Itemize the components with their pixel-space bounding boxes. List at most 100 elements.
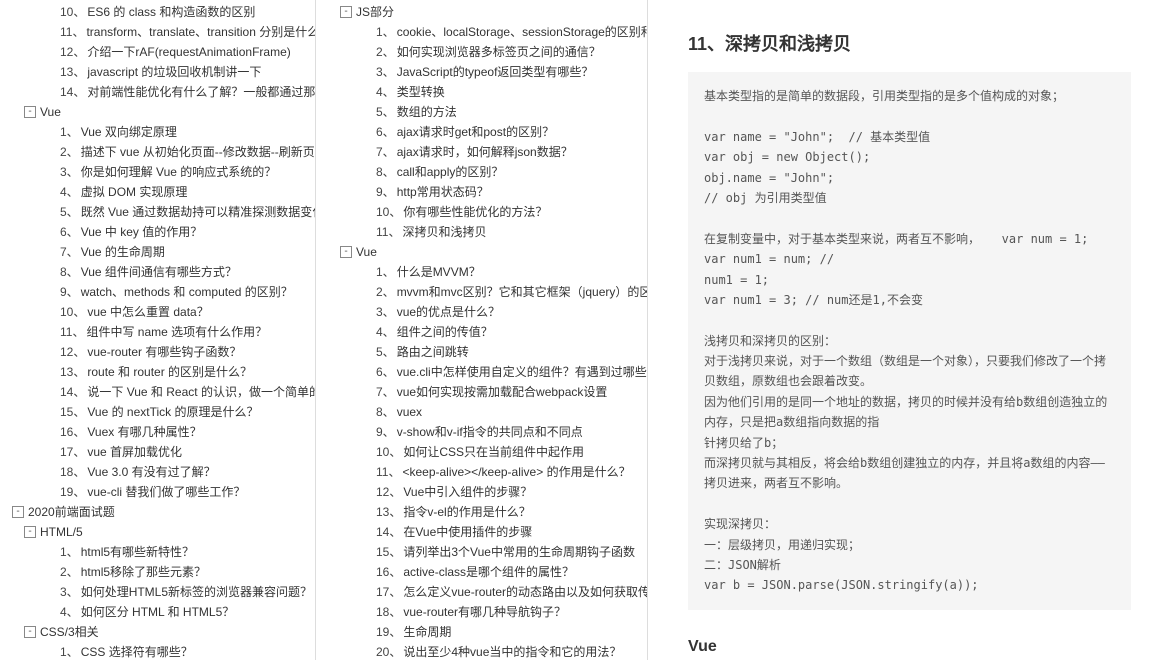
tree-item[interactable]: 17、vue 首屏加载优化 bbox=[0, 442, 315, 462]
toggle-icon[interactable]: - bbox=[24, 526, 36, 538]
tree-item[interactable]: 8、Vue 组件间通信有哪些方式？ bbox=[0, 262, 315, 282]
tree-item[interactable]: 16、Vuex 有哪几种属性？ bbox=[0, 422, 315, 442]
tree-item[interactable]: 12、vue-router 有哪些钩子函数？ bbox=[0, 342, 315, 362]
tree-item[interactable]: 8、call和apply的区别？ bbox=[316, 162, 647, 182]
item-number: 4、 bbox=[60, 603, 79, 621]
item-label: Vue 的生命周期 bbox=[81, 243, 165, 261]
tree-item[interactable]: 6、vue.cli中怎样使用自定义的组件？有遇到过哪些问题吗？ bbox=[316, 362, 647, 382]
tree-item[interactable]: 5、路由之间跳转 bbox=[316, 342, 647, 362]
tree-item[interactable]: 15、Vue 的 nextTick 的原理是什么？ bbox=[0, 402, 315, 422]
tree-item[interactable]: 11、transform、translate、transition 分别是什么属… bbox=[0, 22, 315, 42]
tree-item[interactable]: 7、vue如何实现按需加载配合webpack设置 bbox=[316, 382, 647, 402]
tree-item[interactable]: -Vue bbox=[0, 102, 315, 122]
tree-item[interactable]: 3、如何处理HTML5新标签的浏览器兼容问题？ bbox=[0, 582, 315, 602]
item-number: 12、 bbox=[60, 343, 85, 361]
item-label: ajax请求时get和post的区别？ bbox=[397, 123, 554, 141]
tree-item[interactable]: 5、数组的方法 bbox=[316, 102, 647, 122]
tree-item[interactable]: 8、vuex bbox=[316, 402, 647, 422]
item-label: 组件中写 name 选项有什么作用？ bbox=[86, 323, 267, 341]
tree-item[interactable]: -CSS/3相关 bbox=[0, 622, 315, 642]
tree-item[interactable]: 9、http常用状态码？ bbox=[316, 182, 647, 202]
tree-item[interactable]: 3、你是如何理解 Vue 的响应式系统的？ bbox=[0, 162, 315, 182]
item-number: 20、 bbox=[376, 643, 401, 660]
tree-item[interactable]: 4、组件之间的传值？ bbox=[316, 322, 647, 342]
item-number: 4、 bbox=[376, 83, 395, 101]
item-label: 你有哪些性能优化的方法？ bbox=[403, 203, 547, 221]
tree-item[interactable]: 6、ajax请求时get和post的区别？ bbox=[316, 122, 647, 142]
item-number: 12、 bbox=[376, 483, 401, 501]
tree-item[interactable]: 2、html5移除了那些元素？ bbox=[0, 562, 315, 582]
tree-item[interactable]: 14、说一下 Vue 和 React 的认识，做一个简单的对比 bbox=[0, 382, 315, 402]
tree-item[interactable]: 4、虚拟 DOM 实现原理 bbox=[0, 182, 315, 202]
tree-item[interactable]: 13、指令v-el的作用是什么？ bbox=[316, 502, 647, 522]
item-label: 路由之间跳转 bbox=[397, 343, 469, 361]
tree-item[interactable]: 1、html5有哪些新特性？ bbox=[0, 542, 315, 562]
tree-item[interactable]: 10、如何让CSS只在当前组件中起作用 bbox=[316, 442, 647, 462]
tree-item[interactable]: 1、什么是MVVM？ bbox=[316, 262, 647, 282]
toggle-icon[interactable]: - bbox=[24, 626, 36, 638]
tree-item[interactable]: 16、active-class是哪个组件的属性？ bbox=[316, 562, 647, 582]
toggle-icon[interactable]: - bbox=[340, 6, 352, 18]
tree-item[interactable]: 13、route 和 router 的区别是什么？ bbox=[0, 362, 315, 382]
item-label: 数组的方法 bbox=[397, 103, 457, 121]
item-label: cookie、localStorage、sessionStorage的区别和使用… bbox=[397, 23, 648, 41]
tree-item[interactable]: 3、JavaScript的typeof返回类型有哪些？ bbox=[316, 62, 647, 82]
item-number: 3、 bbox=[60, 583, 79, 601]
item-label: CSS/3相关 bbox=[40, 623, 99, 641]
tree-item[interactable]: -Vue bbox=[316, 242, 647, 262]
tree-item[interactable]: 19、vue-cli 替我们做了哪些工作？ bbox=[0, 482, 315, 502]
item-label: 介绍一下rAF(requestAnimationFrame) bbox=[87, 43, 290, 61]
tree-item[interactable]: 2、如何实现浏览器多标签页之间的通信？ bbox=[316, 42, 647, 62]
tree-item[interactable]: 10、vue 中怎么重置 data？ bbox=[0, 302, 315, 322]
tree-item[interactable]: 2、mvvm和mvc区别？它和其它框架（jquery）的区别是什么？ bbox=[316, 282, 647, 302]
tree-item[interactable]: 17、怎么定义vue-router的动态路由以及如何获取传过来的动态 bbox=[316, 582, 647, 602]
tree-item[interactable]: 13、javascript 的垃圾回收机制讲一下 bbox=[0, 62, 315, 82]
tree-item[interactable]: 10、ES6 的 class 和构造函数的区别 bbox=[0, 2, 315, 22]
tree-item[interactable]: 1、CSS 选择符有哪些？ bbox=[0, 642, 315, 660]
tree-item[interactable]: 5、既然 Vue 通过数据劫持可以精准探测数据变化,为什么还需要 bbox=[0, 202, 315, 222]
tree-item[interactable]: 4、类型转换 bbox=[316, 82, 647, 102]
tree-item[interactable]: 1、Vue 双向绑定原理 bbox=[0, 122, 315, 142]
tree-item[interactable]: 19、生命周期 bbox=[316, 622, 647, 642]
tree-item[interactable]: 18、Vue 3.0 有没有过了解？ bbox=[0, 462, 315, 482]
toggle-icon[interactable]: - bbox=[12, 506, 24, 518]
tree-item[interactable]: 7、ajax请求时，如何解释json数据？ bbox=[316, 142, 647, 162]
tree-item[interactable]: 12、介绍一下rAF(requestAnimationFrame) bbox=[0, 42, 315, 62]
tree-item[interactable]: 1、cookie、localStorage、sessionStorage的区别和… bbox=[316, 22, 647, 42]
tree-item[interactable]: 9、watch、methods 和 computed 的区别？ bbox=[0, 282, 315, 302]
tree-item[interactable]: -2020前端面试题 bbox=[0, 502, 315, 522]
item-label: CSS 选择符有哪些？ bbox=[81, 643, 193, 660]
tree-item[interactable]: -HTML/5 bbox=[0, 522, 315, 542]
toggle-icon[interactable]: - bbox=[24, 106, 36, 118]
item-label: 虚拟 DOM 实现原理 bbox=[81, 183, 188, 201]
tree-item[interactable]: 14、在Vue中使用插件的步骤 bbox=[316, 522, 647, 542]
outline-panel-left[interactable]: 10、ES6 的 class 和构造函数的区别11、transform、tran… bbox=[0, 0, 316, 660]
item-number: 14、 bbox=[60, 83, 85, 101]
tree-item[interactable]: 9、v-show和v-if指令的共同点和不同点 bbox=[316, 422, 647, 442]
tree-item[interactable]: 2、描述下 vue 从初始化页面--修改数据--刷新页面 UI 的过程？ bbox=[0, 142, 315, 162]
tree-item[interactable]: 15、请列举出3个Vue中常用的生命周期钩子函数 bbox=[316, 542, 647, 562]
item-label: 如何区分 HTML 和 HTML5？ bbox=[81, 603, 235, 621]
toggle-icon[interactable]: - bbox=[340, 246, 352, 258]
tree-item[interactable]: 7、Vue 的生命周期 bbox=[0, 242, 315, 262]
tree-item[interactable]: -JS部分 bbox=[316, 2, 647, 22]
code-block-1: 基本类型指的是简单的数据段，引用类型指的是多个值构成的对象； var name … bbox=[688, 72, 1131, 610]
tree-item[interactable]: 4、如何区分 HTML 和 HTML5？ bbox=[0, 602, 315, 622]
tree-item[interactable]: 6、Vue 中 key 值的作用？ bbox=[0, 222, 315, 242]
tree-item[interactable]: 11、组件中写 name 选项有什么作用？ bbox=[0, 322, 315, 342]
outline-panel-mid[interactable]: -JS部分1、cookie、localStorage、sessionStorag… bbox=[316, 0, 648, 660]
item-label: Vuex 有哪几种属性？ bbox=[87, 423, 201, 441]
tree-item[interactable]: 12、Vue中引入组件的步骤？ bbox=[316, 482, 647, 502]
item-number: 9、 bbox=[376, 183, 395, 201]
tree-item[interactable]: 20、说出至少4种vue当中的指令和它的用法？ bbox=[316, 642, 647, 660]
tree-item[interactable]: 11、深拷贝和浅拷贝 bbox=[316, 222, 647, 242]
tree-item[interactable]: 11、<keep-alive></keep-alive> 的作用是什么？ bbox=[316, 462, 647, 482]
tree-item[interactable]: 14、对前端性能优化有什么了解？一般都通过那几个方面去优化 bbox=[0, 82, 315, 102]
tree-item[interactable]: 10、你有哪些性能优化的方法？ bbox=[316, 202, 647, 222]
tree-item[interactable]: 18、vue-router有哪几种导航钩子？ bbox=[316, 602, 647, 622]
item-label: call和apply的区别？ bbox=[397, 163, 504, 181]
tree-item[interactable]: 3、vue的优点是什么？ bbox=[316, 302, 647, 322]
item-label: 深拷贝和浅拷贝 bbox=[402, 223, 486, 241]
item-label: 类型转换 bbox=[397, 83, 445, 101]
item-label: 你是如何理解 Vue 的响应式系统的？ bbox=[81, 163, 277, 181]
